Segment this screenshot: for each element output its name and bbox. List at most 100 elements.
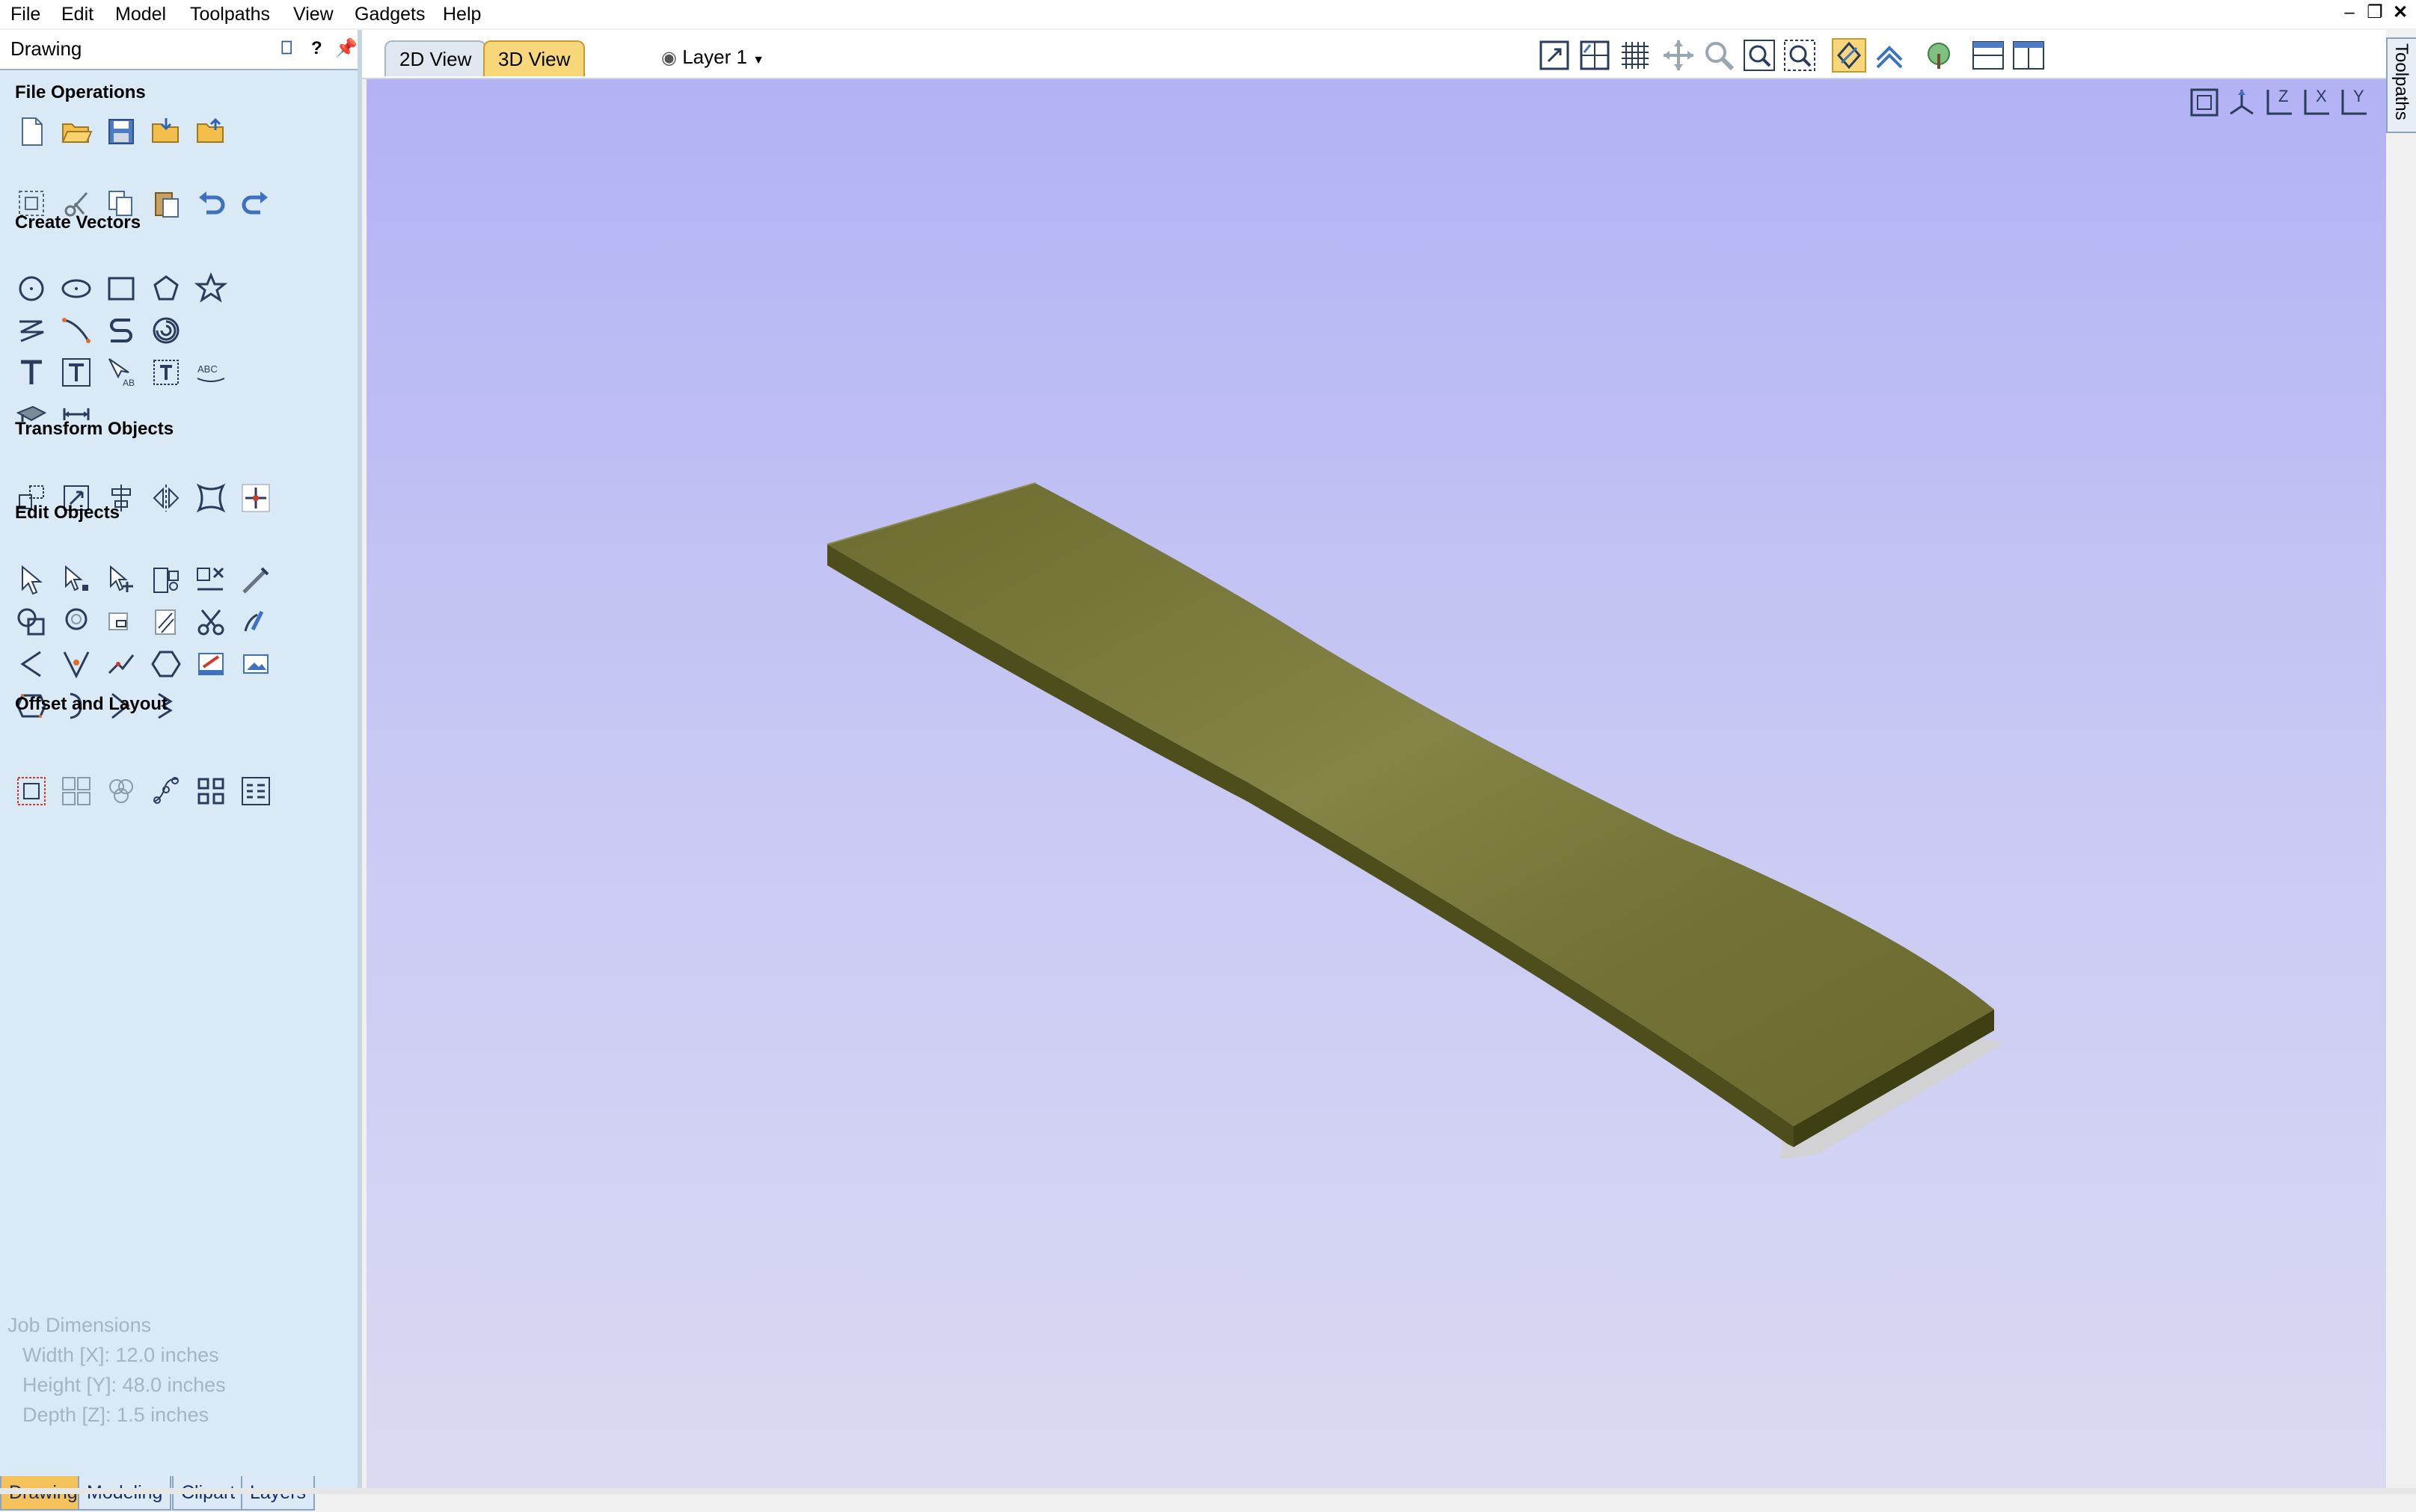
section-file-operations: File Operations [15,82,146,102]
rectangle-icon[interactable] [105,272,138,305]
polyline-icon[interactable] [15,314,48,347]
toolpaths-tab-label: Toolpaths [2391,43,2412,120]
array-copy-icon[interactable] [194,775,227,808]
nesting-icon[interactable] [105,775,138,808]
menu-view[interactable]: View [293,0,334,28]
toggle-toolpaths-icon[interactable] [1871,37,1907,73]
angle-icon[interactable] [15,648,48,680]
render-icon[interactable] [1921,37,1957,73]
toggle-vectors-icon[interactable] [1831,37,1867,73]
auto-layout-text-icon[interactable] [60,356,93,389]
measure-icon[interactable] [239,564,272,597]
dock-icon[interactable]: ⎕ [281,37,292,60]
pin-icon[interactable]: 📌 [335,37,358,60]
new-file-icon[interactable] [15,115,48,148]
job-dimensions-heading: Job Dimensions [7,1314,152,1336]
3d-viewport[interactable]: Z X Y [367,79,2386,1488]
zoom-selection-icon[interactable] [1782,37,1818,73]
tab-3d-view[interactable]: 3D View [483,40,586,76]
menu-toolpaths[interactable]: Toolpaths [190,0,270,28]
section-offset-layout: Offset and Layout [15,694,168,714]
menu-model[interactable]: Model [115,0,166,28]
svg-text:Y: Y [2353,87,2364,105]
open-file-icon[interactable] [60,115,93,148]
menu-help[interactable]: Help [443,0,481,28]
scissors-icon[interactable] [194,606,227,639]
job-height: Height [Y]: 48.0 inches [22,1374,226,1396]
close-icon[interactable]: ✕ [2389,1,2412,24]
zoom-icon[interactable] [1701,37,1737,73]
menu-file[interactable]: File [10,0,40,28]
view-fit-icon[interactable] [2187,85,2222,120]
import-file-icon[interactable] [150,115,183,148]
pan-icon[interactable] [1661,37,1696,73]
circle-icon[interactable] [15,272,48,305]
join-icon[interactable] [239,606,272,639]
toolpaths-tab[interactable]: Toolpaths [2386,37,2416,133]
chevron-down-icon: ▼ [752,54,764,67]
text-on-curve-icon[interactable]: AB [105,356,138,389]
text-block-icon[interactable] [150,356,183,389]
view-front-x-icon[interactable]: X [2299,85,2334,120]
minimize-icon[interactable]: – [2338,1,2361,24]
drawing-panel: Drawing ⎕ ? 📌 File Operations Create Vec… [0,30,362,1511]
close-vector-icon[interactable] [150,648,183,680]
export-file-icon[interactable] [194,115,227,148]
view-iso-icon[interactable] [2225,85,2259,120]
redo-icon[interactable] [239,187,272,220]
job-depth: Depth [Z]: 1.5 inches [22,1404,209,1426]
node-edit-icon[interactable] [60,564,93,597]
nudge-icon[interactable] [239,482,272,514]
subtract-icon[interactable] [60,606,93,639]
job-dimensions: Job Dimensions Width [X]: 12.0 inches He… [7,1310,226,1430]
delete-duplicates-icon[interactable] [194,564,227,597]
polygon-icon[interactable] [150,272,183,305]
distort-icon[interactable] [194,482,227,514]
curve-icon[interactable] [60,314,93,347]
restore-icon[interactable]: ❐ [2364,1,2386,24]
ellipse-icon[interactable] [60,272,93,305]
fit-curves-icon[interactable] [60,775,93,808]
arc-text-icon[interactable]: ABC [194,356,227,389]
layer-selector[interactable]: ◉ Layer 1 ▼ [661,40,764,73]
select-icon[interactable] [15,564,48,597]
paste-icon[interactable] [150,187,183,220]
transform-select-icon[interactable] [105,564,138,597]
bitmap-icon[interactable] [239,648,272,680]
menu-gadgets[interactable]: Gadgets [355,0,426,28]
split-vertical-icon[interactable] [2011,37,2046,73]
offset-icon[interactable] [15,775,48,808]
panel-title: Drawing [10,37,82,60]
split-horizontal-icon[interactable] [1970,37,2006,73]
circular-array-icon[interactable] [239,775,272,808]
view-toolbar: 2D View 3D View ◉ Layer 1 ▼ [362,30,2416,79]
tab-2d-view[interactable]: 2D View [384,40,487,76]
view-top-z-icon[interactable]: Z [2262,85,2296,120]
zoom-box-icon[interactable] [1741,37,1777,73]
save-file-icon[interactable] [105,115,138,148]
grid-icon[interactable] [1617,37,1653,73]
drape-icon[interactable] [194,648,227,680]
intersect-icon[interactable] [105,606,138,639]
fillet-icon[interactable] [150,606,183,639]
menu-bar: File Edit Model Toolpaths View Gadgets H… [0,0,2416,28]
spiral-icon[interactable] [150,314,183,347]
undo-icon[interactable] [194,187,227,220]
tile-views-icon[interactable] [1577,37,1613,73]
menu-edit[interactable]: Edit [61,0,93,28]
text-icon[interactable] [15,356,48,389]
svg-text:AB: AB [123,378,135,388]
job-width: Width [X]: 12.0 inches [22,1344,219,1366]
copy-along-curve-icon[interactable] [150,775,183,808]
help-icon[interactable]: ? [311,37,322,60]
mirror-icon[interactable] [150,482,183,514]
section-edit-objects: Edit Objects [15,503,120,523]
zoom-extents-icon[interactable] [1536,37,1572,73]
line-edit-icon[interactable] [105,648,138,680]
view-side-y-icon[interactable]: Y [2337,85,2371,120]
interactive-trim-icon[interactable] [150,564,183,597]
weld-icon[interactable] [15,606,48,639]
s-curve-icon[interactable] [105,314,138,347]
node-point-icon[interactable] [60,648,93,680]
star-icon[interactable] [194,272,227,305]
